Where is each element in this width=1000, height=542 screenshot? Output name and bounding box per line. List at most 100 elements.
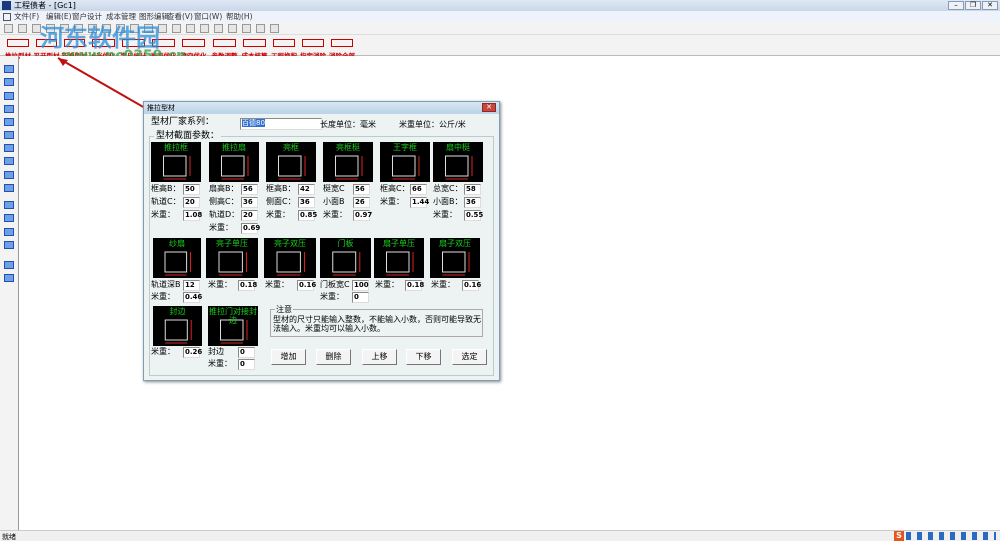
- field-input[interactable]: 1.08: [183, 210, 202, 221]
- profile-title: 门板: [337, 239, 354, 248]
- profile-image-row3-1[interactable]: 推拉门对接封边: [208, 306, 258, 346]
- dialog-button[interactable]: 下移: [406, 349, 441, 365]
- field-input[interactable]: 26: [353, 197, 370, 208]
- toolbar-button-icon: [331, 39, 353, 47]
- minimize-button[interactable]: –: [948, 1, 964, 10]
- series-input[interactable]: 百德80: [240, 118, 322, 130]
- series-value: 百德80: [242, 119, 265, 127]
- field-input[interactable]: 20: [241, 210, 258, 221]
- side-tool-icon[interactable]: [4, 144, 14, 152]
- side-tool-icon[interactable]: [4, 274, 14, 282]
- menu-item[interactable]: 帮助(H): [226, 11, 253, 22]
- field-label: 米重：: [375, 280, 399, 289]
- field-input[interactable]: 0.18: [238, 280, 257, 291]
- side-tool-icon[interactable]: [4, 261, 14, 269]
- series-label: 型材厂家系列：: [151, 117, 215, 127]
- field-input[interactable]: 36: [464, 197, 481, 208]
- profile-image-row2-1[interactable]: 亮子单压: [206, 238, 258, 278]
- profile-image-row1-1[interactable]: 推拉扇: [209, 142, 259, 182]
- field-input[interactable]: 0.97: [353, 210, 372, 221]
- toolbar-button[interactable]: 参数调整: [210, 37, 239, 60]
- field-label: 米重：: [431, 280, 455, 289]
- restore-button[interactable]: ❐: [965, 1, 981, 10]
- profile-image-row2-0[interactable]: 纱扇: [153, 238, 201, 278]
- profile-image-row3-0[interactable]: 封边: [153, 306, 202, 346]
- toolbar-icon[interactable]: [242, 24, 251, 33]
- toolbar-button[interactable]: 消除全部: [328, 37, 356, 60]
- profile-title: 推拉门对接封边: [209, 307, 257, 325]
- toolbar-icon[interactable]: [256, 24, 265, 33]
- field-input[interactable]: 0: [352, 292, 369, 303]
- toolbar-button[interactable]: 指定消除: [299, 37, 327, 60]
- field-input[interactable]: 0.85: [298, 210, 317, 221]
- field-input[interactable]: 0.18: [405, 280, 424, 291]
- profile-image-row2-4[interactable]: 扇子单压: [374, 238, 424, 278]
- field-label: 米重：: [320, 292, 344, 301]
- profile-image-row1-3[interactable]: 亮框梃: [323, 142, 373, 182]
- profile-image-row1-0[interactable]: 推拉框: [151, 142, 201, 182]
- field-input[interactable]: 20: [183, 197, 200, 208]
- ime-icon[interactable]: S: [894, 531, 904, 541]
- field-input[interactable]: 0.55: [464, 210, 483, 221]
- field-input[interactable]: 100: [352, 280, 369, 291]
- profile-image-row2-5[interactable]: 扇子双压: [430, 238, 480, 278]
- field-input[interactable]: 66: [410, 184, 427, 195]
- field-input[interactable]: 0: [238, 359, 255, 370]
- field-input[interactable]: 42: [298, 184, 315, 195]
- profile-image-row2-2[interactable]: 亮子双压: [264, 238, 316, 278]
- field-label: 梃宽C: [323, 184, 345, 193]
- field-input[interactable]: 1.44: [410, 197, 429, 208]
- side-tool-icon[interactable]: [4, 241, 14, 249]
- field-input[interactable]: 36: [241, 197, 258, 208]
- field-label: 米重：: [151, 347, 175, 356]
- profile-image-row1-5[interactable]: 扇中梃: [433, 142, 483, 182]
- toolbar-icon[interactable]: [200, 24, 209, 33]
- field-label: 米重：: [151, 292, 175, 301]
- dialog-title: 推拉型材: [147, 104, 175, 112]
- field-input[interactable]: 58: [464, 184, 481, 195]
- field-input[interactable]: 56: [353, 184, 370, 195]
- toolbar-button[interactable]: 成本核算: [240, 37, 269, 60]
- dialog-button[interactable]: 增加: [271, 349, 306, 365]
- field-input[interactable]: 0.26: [183, 347, 202, 358]
- dialog-button[interactable]: 选定: [452, 349, 487, 365]
- profile-image-row1-2[interactable]: 亮框: [266, 142, 316, 182]
- field-input[interactable]: 36: [298, 197, 315, 208]
- field-label: 米重：: [208, 359, 232, 368]
- toolbar-icon[interactable]: [214, 24, 223, 33]
- side-tool-icon[interactable]: [4, 214, 14, 222]
- side-tool-icon[interactable]: [4, 201, 14, 209]
- field-input[interactable]: 12: [183, 280, 200, 291]
- field-input[interactable]: 0: [238, 347, 255, 358]
- left-toolbar: [0, 56, 19, 530]
- side-tool-icon[interactable]: [4, 184, 14, 192]
- field-label: 总宽C：: [433, 184, 463, 193]
- side-tool-icon[interactable]: [4, 171, 14, 179]
- toolbar-icon[interactable]: [228, 24, 237, 33]
- field-input[interactable]: 56: [241, 184, 258, 195]
- profile-image-row1-4[interactable]: 王字框: [380, 142, 430, 182]
- dialog-button[interactable]: 上移: [362, 349, 397, 365]
- length-unit: 长度单位：毫米: [320, 120, 376, 129]
- toolbar-icon[interactable]: [270, 24, 279, 33]
- field-input[interactable]: 50: [183, 184, 200, 195]
- side-tool-icon[interactable]: [4, 228, 14, 236]
- field-input[interactable]: 0.16: [462, 280, 481, 291]
- toolbar-button[interactable]: 工程换积: [270, 37, 298, 60]
- dialog-button[interactable]: 删除: [316, 349, 351, 365]
- side-tool-icon[interactable]: [4, 157, 14, 165]
- side-tool-icon[interactable]: [4, 131, 14, 139]
- profile-image-row2-3[interactable]: 门板: [320, 238, 371, 278]
- dialog-close-button[interactable]: ✕: [482, 103, 496, 112]
- field-input[interactable]: 0.46: [183, 292, 202, 303]
- field-input[interactable]: 0.69: [241, 223, 260, 234]
- profile-title: 封边: [169, 307, 186, 316]
- field-input[interactable]: 0.16: [297, 280, 316, 291]
- profile-dialog: 推拉型材 ✕ 型材厂家系列： 百德80 长度单位：毫米 米重单位：公斤/米 型材…: [143, 101, 500, 381]
- profile-title: 纱扇: [169, 239, 185, 248]
- close-button[interactable]: ✕: [982, 1, 998, 10]
- ime-toolbar-icons[interactable]: [906, 532, 996, 540]
- profile-title: 亮框: [283, 143, 299, 152]
- field-label: 框高B：: [266, 184, 296, 193]
- field-label: 米重：: [265, 280, 289, 289]
